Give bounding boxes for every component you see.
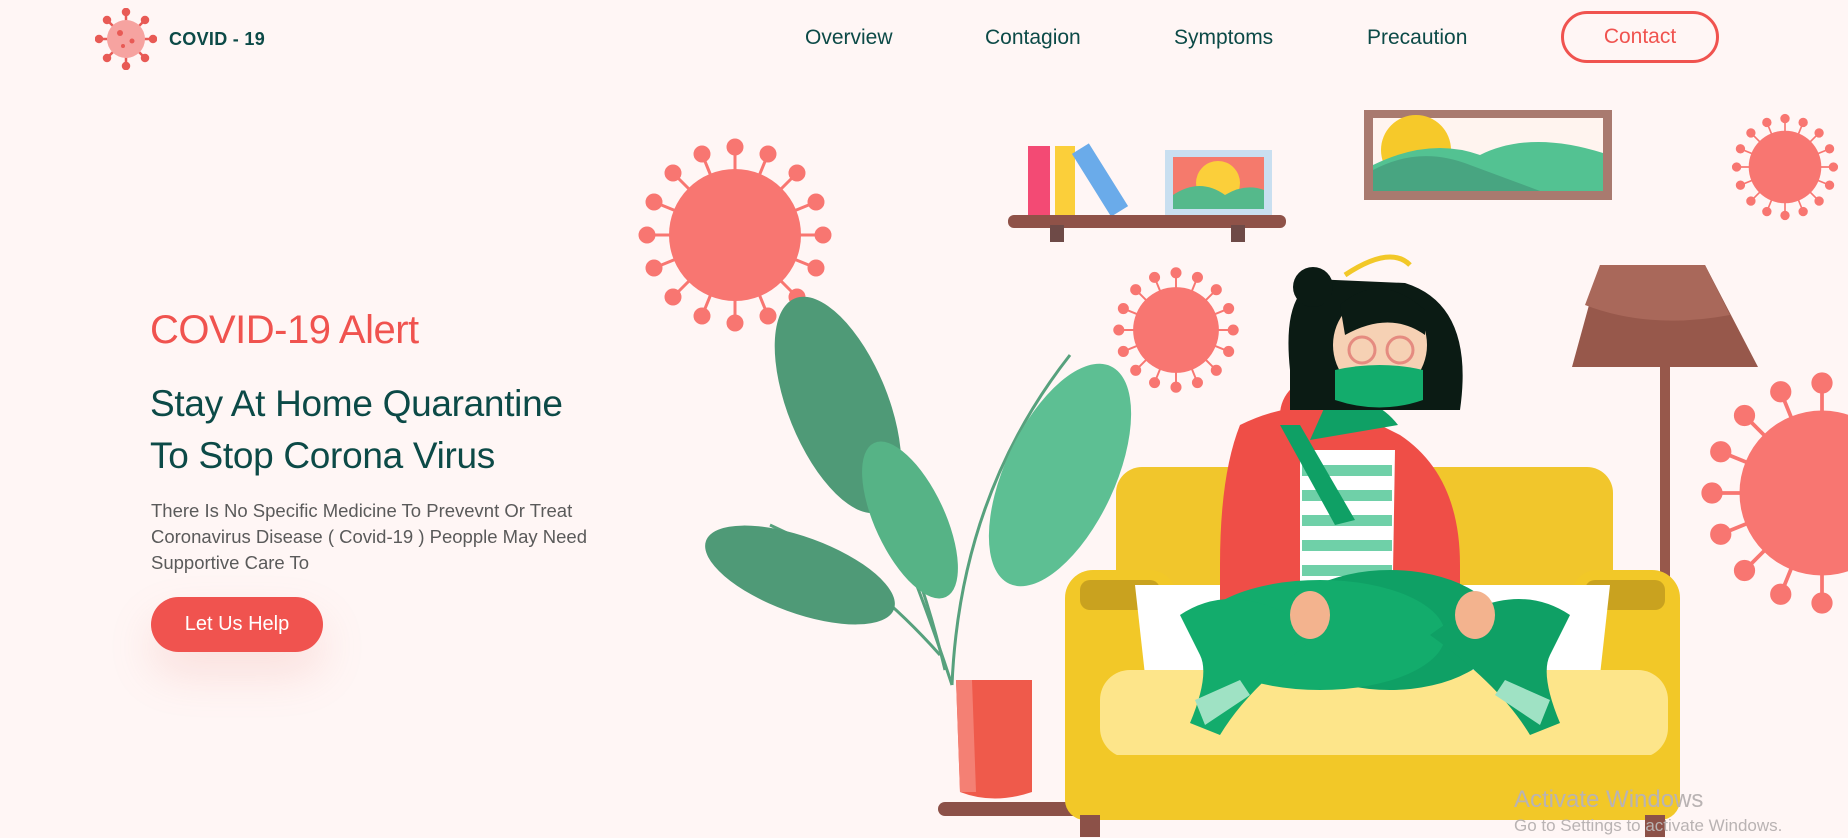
watermark-subtitle: Go to Settings to activate Windows. bbox=[1514, 816, 1783, 835]
brand-name: COVID - 19 bbox=[169, 28, 266, 49]
quarantine-illustration bbox=[638, 110, 1848, 837]
wall-picture bbox=[1364, 110, 1612, 200]
headline-line-2: To Stop Corona Virus bbox=[150, 435, 496, 476]
virus-right-edge bbox=[1701, 372, 1848, 614]
nav-item-symptoms[interactable]: Symptoms bbox=[1174, 26, 1273, 50]
hero-description: There Is No Specific Medicine To Prevevn… bbox=[151, 500, 587, 573]
headline-line-1: Stay At Home Quarantine bbox=[150, 383, 563, 424]
alert-heading: COVID-19 Alert bbox=[150, 308, 419, 352]
nav-item-precaution[interactable]: Precaution bbox=[1367, 26, 1467, 50]
nav-item-contagion[interactable]: Contagion bbox=[985, 26, 1081, 50]
contact-button[interactable]: Contact bbox=[1561, 11, 1719, 63]
nav-item-overview[interactable]: Overview bbox=[805, 26, 893, 50]
activation-watermark: Activate Windows Go to Settings to activ… bbox=[1514, 786, 1782, 838]
watermark-title: Activate Windows bbox=[1514, 786, 1704, 813]
let-us-help-button[interactable]: Let Us Help bbox=[151, 597, 323, 652]
virus-top-right bbox=[1731, 113, 1839, 221]
brand-logo[interactable]: COVID - 19 bbox=[95, 8, 265, 70]
hero-headline: Stay At Home Quarantine To Stop Corona V… bbox=[150, 378, 563, 482]
virus-icon bbox=[95, 8, 157, 70]
virus-small-center bbox=[1113, 267, 1239, 393]
wall-shelf bbox=[1008, 143, 1286, 242]
